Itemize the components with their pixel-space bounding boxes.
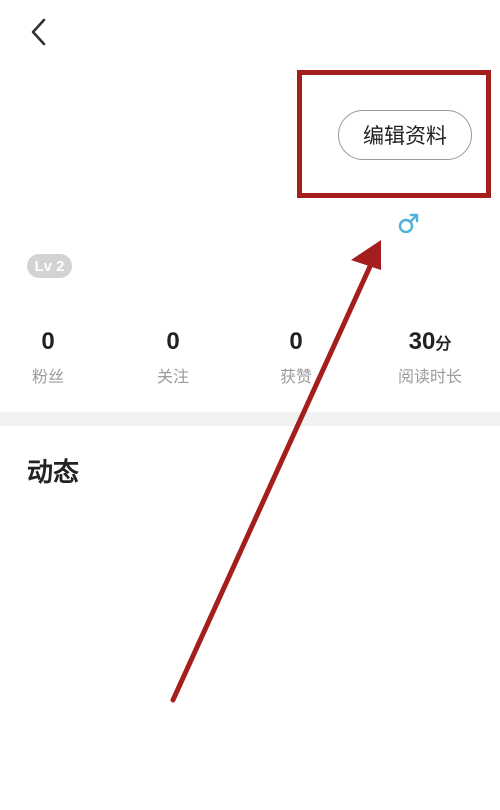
stat-reading-time-label: 阅读时长 xyxy=(397,367,462,386)
stat-reading-time[interactable]: 30分 阅读时长 xyxy=(370,328,490,387)
stat-following-label: 关注 xyxy=(156,367,189,386)
stat-followers-value: 0 xyxy=(41,328,55,355)
feed-section-title: 动态 xyxy=(27,458,80,488)
stat-followers[interactable]: 0 粉丝 xyxy=(0,328,108,387)
stat-following[interactable]: 0 关注 xyxy=(113,328,233,387)
stat-likes-value: 0 xyxy=(289,328,303,355)
male-gender-icon xyxy=(398,213,419,234)
back-button[interactable] xyxy=(22,14,58,50)
stat-following-value: 0 xyxy=(166,328,180,355)
stats-bar: 0 粉丝 0 关注 0 获赞 30分 阅读时长 xyxy=(0,328,500,392)
stat-reading-time-value: 30分 xyxy=(408,328,452,355)
stat-likes-label: 获赞 xyxy=(279,367,312,386)
level-badge: Lv 2 xyxy=(27,254,72,278)
stat-followers-label: 粉丝 xyxy=(31,367,64,386)
annotation-highlight-box xyxy=(297,70,491,198)
section-divider xyxy=(0,412,500,426)
stat-likes[interactable]: 0 获赞 xyxy=(236,328,356,387)
chevron-left-icon xyxy=(31,18,46,46)
